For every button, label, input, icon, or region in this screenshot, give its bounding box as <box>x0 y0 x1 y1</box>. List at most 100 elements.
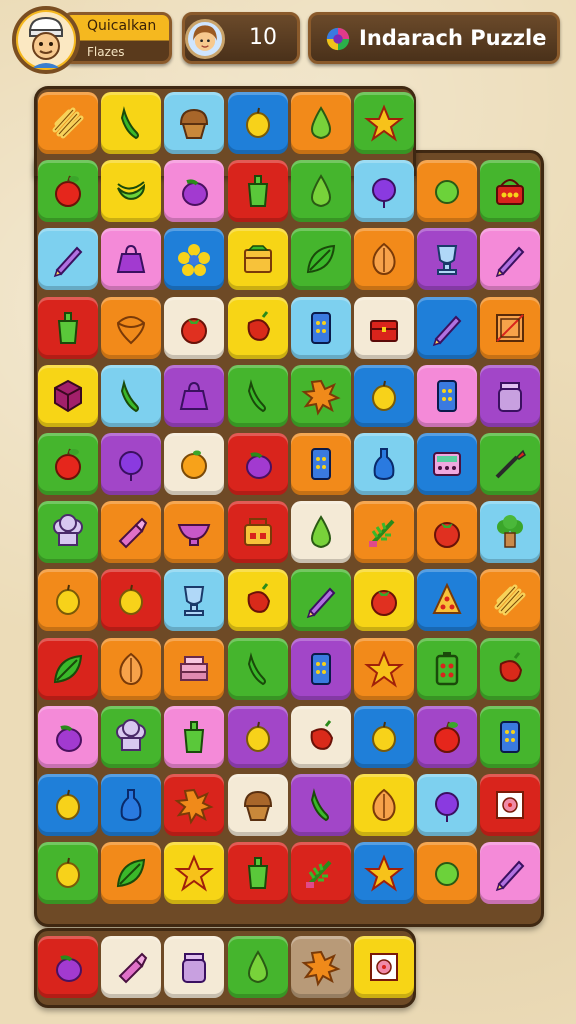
board-tile[interactable] <box>290 774 351 836</box>
tray-tile[interactable] <box>354 936 414 998</box>
board-tile[interactable] <box>417 160 478 223</box>
board-tile[interactable] <box>164 705 225 768</box>
board-tile[interactable] <box>164 842 225 905</box>
board-tile[interactable] <box>38 364 98 427</box>
board-tile[interactable] <box>290 364 351 427</box>
board-tile[interactable] <box>354 501 414 564</box>
board-tile[interactable] <box>480 296 541 359</box>
board-tile[interactable] <box>101 637 162 700</box>
board-tile[interactable] <box>164 501 225 564</box>
board-tile[interactable] <box>290 296 351 359</box>
board-tile[interactable] <box>354 433 414 495</box>
board-tile[interactable] <box>101 569 162 632</box>
board-tile[interactable] <box>290 842 351 905</box>
board-tile[interactable] <box>164 774 225 836</box>
board-tile[interactable] <box>480 637 541 700</box>
board-tile[interactable] <box>101 501 162 564</box>
board-tile[interactable] <box>101 842 162 905</box>
board-tile[interactable] <box>38 705 98 768</box>
board-tile[interactable] <box>101 774 162 836</box>
board-tile[interactable] <box>354 92 414 154</box>
tray-tile[interactable] <box>290 936 351 998</box>
board-tile[interactable] <box>164 569 225 632</box>
board-tile[interactable] <box>417 774 478 836</box>
board-tile[interactable] <box>354 705 414 768</box>
board-tile[interactable] <box>290 705 351 768</box>
board-tile[interactable] <box>480 501 541 564</box>
tray-tile[interactable] <box>38 936 98 998</box>
board-tile[interactable] <box>417 433 478 495</box>
board-tile[interactable] <box>417 228 478 291</box>
board-tile[interactable] <box>227 160 288 223</box>
board-tile[interactable] <box>354 296 414 359</box>
board-tile[interactable] <box>354 569 414 632</box>
board-tile[interactable] <box>480 228 541 291</box>
board-tile[interactable] <box>227 637 288 700</box>
tray-tile[interactable] <box>164 936 225 998</box>
board-tile[interactable] <box>38 433 98 495</box>
board-tile[interactable] <box>480 842 541 905</box>
board-tile[interactable] <box>164 364 225 427</box>
board-tile[interactable] <box>101 228 162 291</box>
board-tile[interactable] <box>227 501 288 564</box>
board-tile[interactable] <box>227 364 288 427</box>
board-tile[interactable] <box>290 433 351 495</box>
board-tile[interactable] <box>101 92 162 154</box>
board-tile[interactable] <box>417 569 478 632</box>
board-tile[interactable] <box>164 296 225 359</box>
board-tile[interactable] <box>417 364 478 427</box>
board-tile[interactable] <box>480 364 541 427</box>
board-tile[interactable] <box>417 842 478 905</box>
board-tile[interactable] <box>227 296 288 359</box>
board-tile[interactable] <box>38 501 98 564</box>
board-tile[interactable] <box>101 433 162 495</box>
board-tile[interactable] <box>290 501 351 564</box>
board-tile[interactable] <box>38 842 98 905</box>
board-tile[interactable] <box>38 160 98 223</box>
board-tile[interactable] <box>227 842 288 905</box>
board-tile[interactable] <box>290 637 351 700</box>
board-tile[interactable] <box>480 705 541 768</box>
board-tile[interactable] <box>227 774 288 836</box>
board-tile[interactable] <box>417 637 478 700</box>
board-tile[interactable] <box>101 160 162 223</box>
board-tile[interactable] <box>480 774 541 836</box>
board-tile[interactable] <box>101 364 162 427</box>
board-tile[interactable] <box>480 160 541 223</box>
board-tile[interactable] <box>38 228 98 291</box>
board-tile[interactable] <box>227 705 288 768</box>
board-tile[interactable] <box>164 433 225 495</box>
tray-tile[interactable] <box>227 936 288 998</box>
tray-tile[interactable] <box>101 936 162 998</box>
player-avatar[interactable] <box>12 6 80 74</box>
board-tile[interactable] <box>164 637 225 700</box>
board-tile[interactable] <box>227 228 288 291</box>
board-tile[interactable] <box>227 569 288 632</box>
board-tile[interactable] <box>354 160 414 223</box>
board-tile[interactable] <box>290 92 351 154</box>
board-tile[interactable] <box>164 160 225 223</box>
board-tile[interactable] <box>417 501 478 564</box>
board-tile[interactable] <box>290 228 351 291</box>
board-tile[interactable] <box>417 705 478 768</box>
board-tile[interactable] <box>227 433 288 495</box>
board-tile[interactable] <box>480 569 541 632</box>
board-tile[interactable] <box>290 160 351 223</box>
board-tile[interactable] <box>290 569 351 632</box>
board-tile[interactable] <box>38 569 98 632</box>
board-tile[interactable] <box>101 296 162 359</box>
board-tile[interactable] <box>354 774 414 836</box>
board-tile[interactable] <box>38 637 98 700</box>
board-tile[interactable] <box>417 296 478 359</box>
board-tile[interactable] <box>354 364 414 427</box>
board-tile[interactable] <box>164 92 225 154</box>
board-tile[interactable] <box>164 228 225 291</box>
board-tile[interactable] <box>354 228 414 291</box>
board-tile[interactable] <box>354 842 414 905</box>
board-tile[interactable] <box>38 92 98 154</box>
board-tile[interactable] <box>227 92 288 154</box>
board-tile[interactable] <box>354 637 414 700</box>
board-tile[interactable] <box>38 296 98 359</box>
board-tile[interactable] <box>38 774 98 836</box>
board-tile[interactable] <box>480 433 541 495</box>
